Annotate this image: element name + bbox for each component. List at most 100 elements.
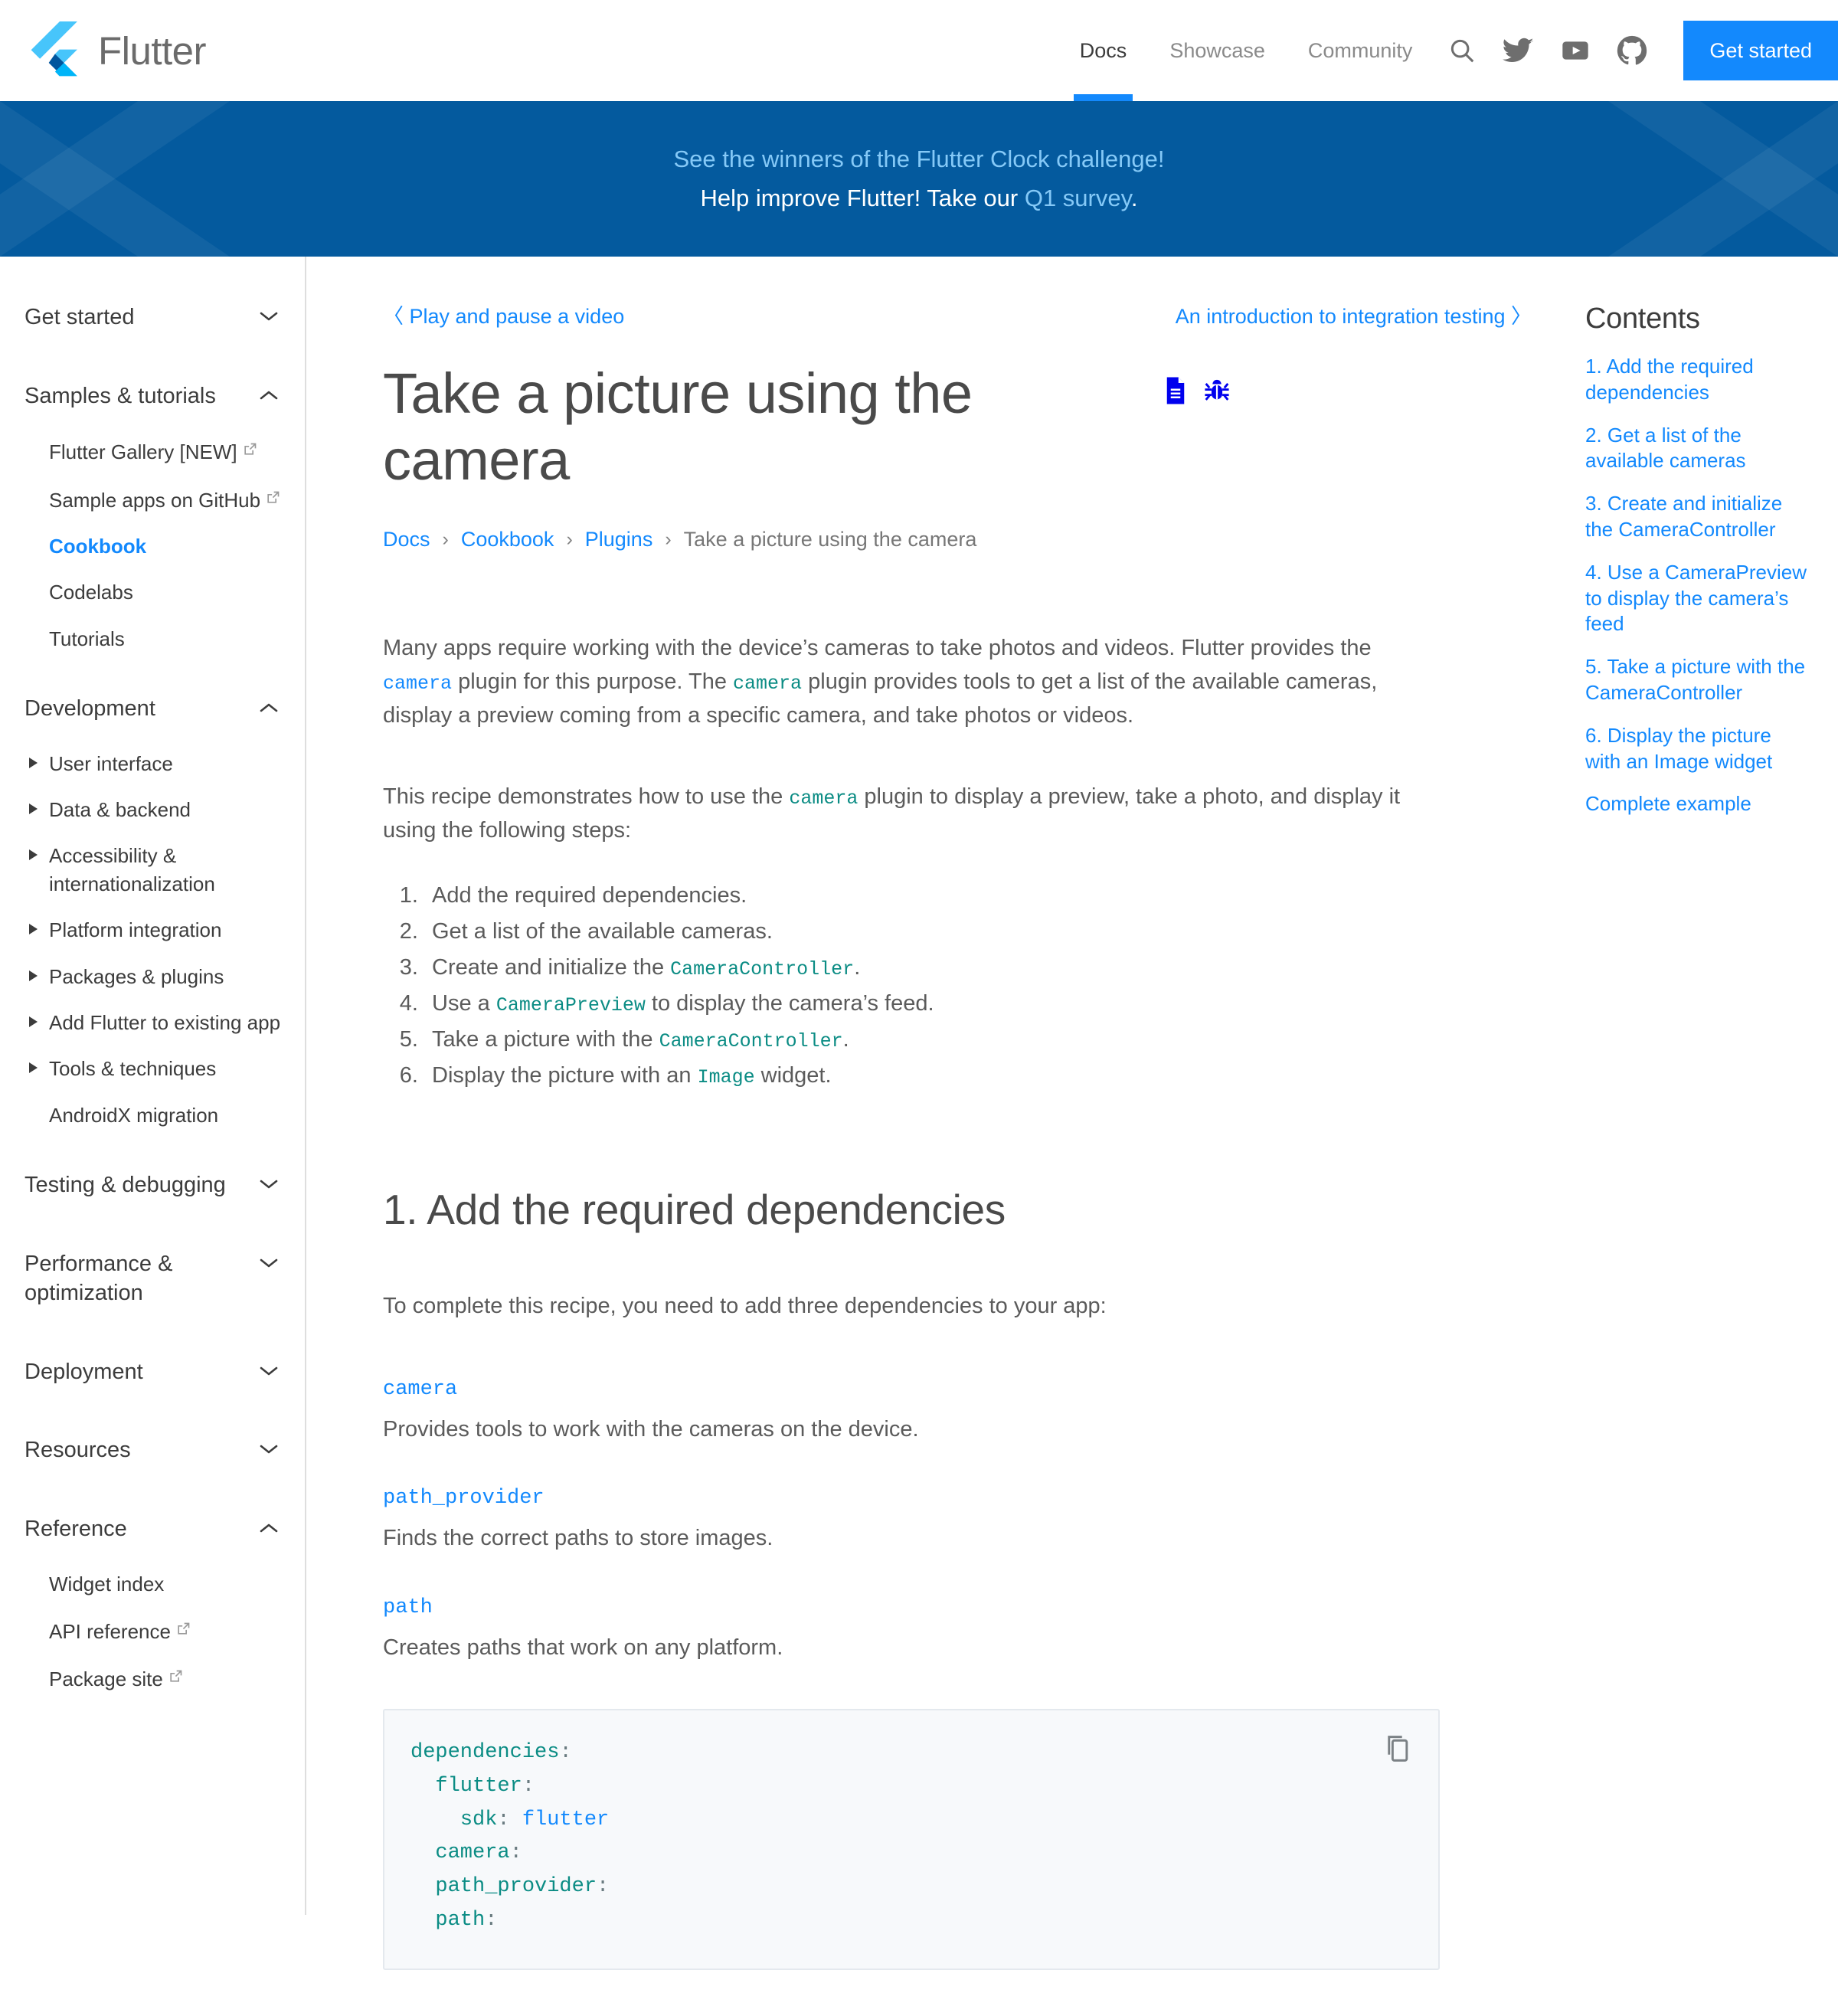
brand-name: Flutter (98, 28, 207, 73)
step-text-1: Use a (432, 990, 496, 1016)
chevron-down-icon (259, 310, 279, 326)
twitter-icon[interactable] (1490, 0, 1547, 101)
sidebar-section-label: Development (25, 696, 155, 722)
toc-item[interactable]: 6. Display the picture with an Image wid… (1585, 723, 1807, 775)
sidebar-item-label: Package site (49, 1667, 163, 1691)
sidebar-item-label: AndroidX migration (49, 1103, 219, 1127)
sidebar-item-sample-apps-on-github[interactable]: Sample apps on GitHub (0, 485, 305, 514)
sidebar-item-androidx-migration[interactable]: AndroidX migration (0, 1101, 305, 1129)
step-text-2: . (842, 1026, 849, 1052)
breadcrumb-item-plugins[interactable]: Plugins (585, 528, 653, 551)
chevron-down-icon (259, 1443, 279, 1459)
sidebar-section-get-started[interactable]: Get started (0, 303, 305, 332)
sidebar-item-label: API reference (49, 1619, 171, 1643)
sidebar-item-label: Packages & plugins (49, 964, 224, 988)
dependency-description: Provides tools to work with the cameras … (383, 1416, 919, 1442)
title-row: Take a picture using the camera (383, 360, 1532, 494)
sidebar-section-label: Testing & debugging (25, 1173, 226, 1198)
sidebar-item-cookbook[interactable]: Cookbook (0, 532, 305, 560)
sidebar-item-accessibility-internationalization[interactable]: Accessibility & internationalization (0, 842, 305, 898)
table-of-contents: Contents 1. Add the required dependencie… (1585, 257, 1838, 880)
external-link-icon (242, 437, 257, 464)
clock-challenge-link[interactable]: See the winners of the Flutter Clock cha… (673, 146, 1164, 172)
search-icon[interactable] (1434, 0, 1490, 101)
chevron-up-icon (259, 702, 279, 718)
prev-page-label: Play and pause a video (409, 305, 625, 328)
p1-text-1: Many apps require working with the devic… (383, 635, 1372, 660)
q1-survey-link[interactable]: Q1 survey (1025, 185, 1131, 211)
nav-item-docs[interactable]: Docs (1058, 0, 1149, 101)
sidebar-item-tools-techniques[interactable]: Tools & techniques (0, 1055, 305, 1082)
dependency-name: path_provider (383, 1483, 1440, 1514)
toc-item[interactable]: Complete example (1585, 791, 1807, 817)
brand-logo-link[interactable]: Flutter (31, 21, 207, 80)
sidebar-section-testing-debugging[interactable]: Testing & debugging (0, 1170, 305, 1200)
step-text-1: Take a picture with the (432, 1026, 659, 1052)
document-icon[interactable] (1164, 377, 1187, 408)
github-icon[interactable] (1604, 0, 1660, 101)
next-page-link[interactable]: An introduction to integration testing 〉 (1176, 299, 1532, 329)
sidebar-item-codelabs[interactable]: Codelabs (0, 578, 305, 606)
sidebar-item-tutorials[interactable]: Tutorials (0, 625, 305, 653)
sidebar-item-package-site[interactable]: Package site (0, 1664, 305, 1693)
sidebar-section-performance-optimization[interactable]: Performance & optimization (0, 1249, 305, 1308)
page-body: Get started Samples & tutorials Flutter Ga… (0, 257, 1838, 2016)
dependency-link[interactable]: camera (383, 1378, 457, 1401)
dependency-link[interactable]: path_provider (383, 1487, 545, 1510)
get-started-button[interactable]: Get started (1683, 21, 1838, 80)
camera-plugin-link[interactable]: camera (383, 673, 452, 695)
sidebar-section-reference[interactable]: Reference (0, 1514, 305, 1544)
triangle-right-icon (29, 1016, 38, 1027)
step-code: Image (697, 1065, 755, 1088)
chevron-up-icon (259, 1522, 279, 1538)
breadcrumb-separator: › (442, 528, 449, 550)
step-text-2: widget. (754, 1062, 832, 1088)
prev-page-link[interactable]: 〈 Play and pause a video (383, 299, 624, 329)
dependency-link[interactable]: path (383, 1596, 433, 1619)
sidebar-section-resources[interactable]: Resources (0, 1435, 305, 1465)
breadcrumb: Docs › Cookbook › Plugins › Take a picture usi… (383, 528, 1532, 551)
sidebar-item-data-backend[interactable]: Data & backend (0, 796, 305, 823)
triangle-right-icon (29, 1062, 38, 1074)
banner-chevron-left-decoration (0, 101, 230, 257)
sidebar-item-user-interface[interactable]: User interface (0, 750, 305, 777)
chevron-down-icon (259, 1178, 279, 1194)
nav-item-community[interactable]: Community (1287, 0, 1434, 101)
sidebar-section-label: Reference (25, 1516, 127, 1541)
sidebar-item-label: Sample apps on GitHub (49, 488, 261, 512)
youtube-icon[interactable] (1547, 0, 1604, 101)
sidebar-item-platform-integration[interactable]: Platform integration (0, 916, 305, 944)
bug-icon[interactable] (1204, 377, 1230, 408)
sidebar-item-api-reference[interactable]: API reference (0, 1616, 305, 1645)
intro-paragraph-1: Many apps require working with the devic… (383, 631, 1440, 732)
sidebar-item-label: Flutter Gallery [NEW] (49, 440, 237, 464)
camera-code-1: camera (733, 672, 803, 695)
breadcrumb-item-cookbook[interactable]: Cookbook (461, 528, 554, 551)
sidebar-section-label: Deployment (25, 1359, 143, 1384)
step-text-2: . (854, 954, 861, 980)
sidebar-section-development[interactable]: Development (0, 694, 305, 724)
sidebar-item-packages-plugins[interactable]: Packages & plugins (0, 963, 305, 990)
copy-icon[interactable] (1382, 1733, 1411, 1766)
doc-pager: 〈 Play and pause a video An introduction… (383, 299, 1532, 329)
sidebar-section-samples-tutorials[interactable]: Samples & tutorials (0, 381, 305, 411)
toc-item[interactable]: 4. Use a CameraPreview to display the ca… (1585, 560, 1807, 637)
toc-item[interactable]: 1. Add the required dependencies (1585, 354, 1807, 406)
toc-item[interactable]: 2. Get a list of the available cameras (1585, 423, 1807, 475)
nav-item-showcase[interactable]: Showcase (1148, 0, 1287, 101)
sidebar-item-add-flutter-to-existing-app[interactable]: Add Flutter to existing app (0, 1009, 305, 1036)
breadcrumb-item-docs[interactable]: Docs (383, 528, 430, 551)
triangle-right-icon (29, 803, 38, 815)
sidebar-section-deployment[interactable]: Deployment (0, 1357, 305, 1387)
toc-item[interactable]: 3. Create and initialize the CameraContr… (1585, 491, 1807, 543)
sidebar-item-flutter-gallery-new[interactable]: Flutter Gallery [NEW] (0, 437, 305, 466)
sidebar-item-label: Add Flutter to existing app (49, 1010, 281, 1034)
sidebar-item-widget-index[interactable]: Widget index (0, 1570, 305, 1598)
toc-item[interactable]: 5. Take a picture with the CameraControl… (1585, 654, 1807, 706)
sidebar-item-label: Accessibility & internationalization (49, 844, 215, 895)
flutter-logo-icon (31, 21, 78, 80)
step-text-1: Create and initialize the (432, 954, 671, 980)
